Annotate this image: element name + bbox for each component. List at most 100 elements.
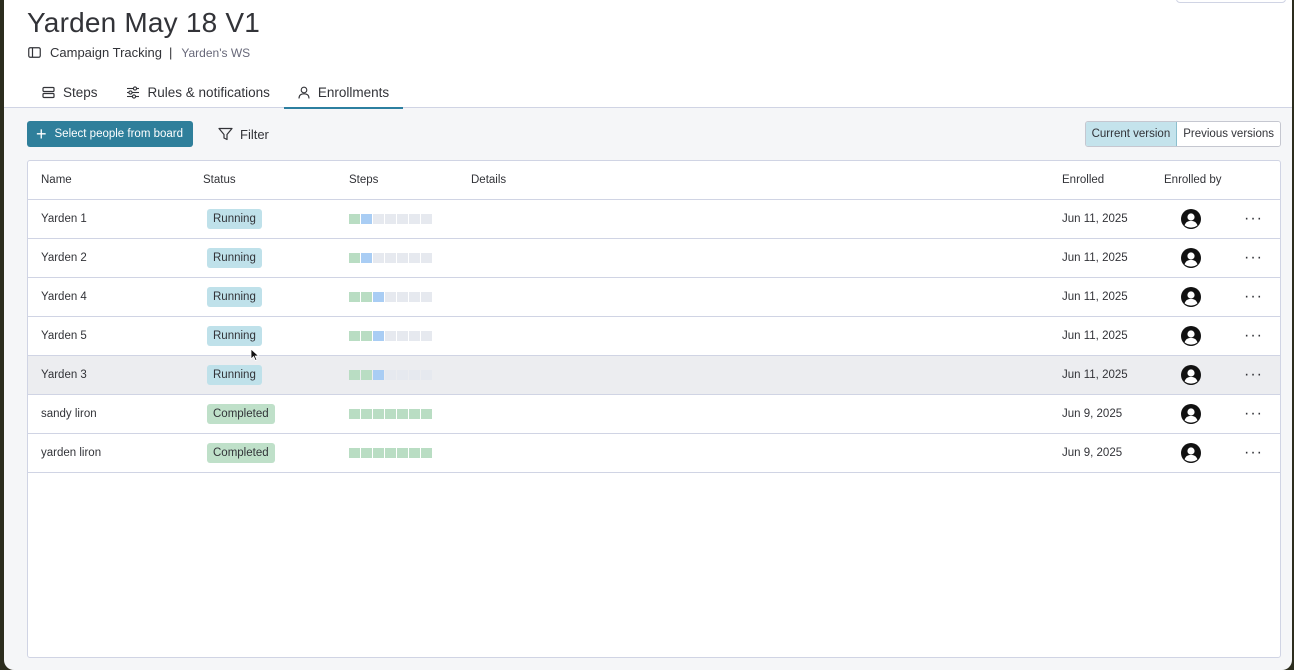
step-segment [409, 253, 420, 263]
enrolled-date: Jun 11, 2025 [1062, 369, 1128, 381]
window-tab-edge [1176, 0, 1286, 3]
column-header-details: Details [471, 174, 507, 186]
table-header: Name Status Steps Details Enrolled Enrol… [28, 161, 1280, 200]
status-badge: Running [207, 287, 262, 307]
status-badge: Running [207, 248, 262, 268]
steps-bar [349, 292, 432, 302]
avatar-icon[interactable] [1181, 365, 1201, 385]
step-segment [349, 292, 360, 302]
tab-enrollments-label: Enrollments [317, 84, 390, 100]
table-row[interactable]: Yarden 2 Running Jun 11, 2025 ··· [28, 239, 1280, 278]
step-segment [385, 370, 396, 380]
column-header-status: Status [203, 174, 236, 186]
step-segment [397, 448, 408, 458]
more-icon: ··· [1244, 210, 1263, 227]
table-row[interactable]: yarden liron Completed Jun 9, 2025 ··· [28, 434, 1280, 473]
step-segment [421, 253, 432, 263]
step-segment [373, 448, 384, 458]
step-segment [349, 331, 360, 341]
more-icon: ··· [1244, 327, 1263, 344]
steps-progress [349, 239, 432, 277]
steps-progress [349, 356, 432, 394]
plus-icon: + [36, 124, 47, 144]
more-actions-button[interactable]: ··· [1244, 356, 1263, 394]
avatar-icon[interactable] [1181, 287, 1201, 307]
step-segment [349, 370, 360, 380]
avatar-icon[interactable] [1181, 443, 1201, 463]
step-segment [373, 214, 384, 224]
enrolled-date: Jun 11, 2025 [1062, 213, 1128, 225]
more-actions-button[interactable]: ··· [1244, 200, 1263, 238]
avatar-icon[interactable] [1181, 248, 1201, 268]
avatar-icon[interactable] [1181, 209, 1201, 229]
step-segment [385, 253, 396, 263]
step-segment [385, 409, 396, 419]
step-segment [421, 370, 432, 380]
status-cell: Completed [203, 395, 275, 433]
tab-rules-notifications[interactable]: Rules & notifications [112, 76, 284, 108]
step-segment [421, 448, 432, 458]
table-row[interactable]: sandy liron Completed Jun 9, 2025 ··· [28, 395, 1280, 434]
step-segment [409, 331, 420, 341]
steps-progress [349, 395, 432, 433]
step-segment [373, 370, 384, 380]
more-actions-button[interactable]: ··· [1244, 434, 1263, 472]
row-name[interactable]: Yarden 4 [41, 278, 87, 316]
more-actions-button[interactable]: ··· [1244, 239, 1263, 277]
enrolled-date: Jun 9, 2025 [1062, 447, 1123, 459]
more-icon: ··· [1244, 366, 1263, 383]
column-header-enrolled: Enrolled [1062, 174, 1105, 186]
tab-steps[interactable]: Steps [28, 76, 112, 108]
step-segment [409, 409, 420, 419]
step-segment [397, 331, 408, 341]
step-segment [361, 331, 372, 341]
enrolled-by-cell [1164, 278, 1201, 316]
steps-bar [349, 409, 432, 419]
step-segment [373, 409, 384, 419]
status-badge: Completed [207, 443, 275, 463]
steps-progress [349, 278, 432, 316]
more-actions-button[interactable]: ··· [1244, 395, 1263, 433]
table-row[interactable]: Yarden 4 Running Jun 11, 2025 ··· [28, 278, 1280, 317]
tab-enrollments[interactable]: Enrollments [283, 76, 404, 109]
avatar-icon[interactable] [1181, 404, 1201, 424]
board-icon [28, 46, 42, 60]
avatar-icon[interactable] [1181, 326, 1201, 346]
filter-icon [218, 127, 233, 141]
steps-bar [349, 370, 432, 380]
step-segment [397, 214, 408, 224]
status-badge: Completed [207, 404, 275, 424]
row-name[interactable]: Yarden 3 [41, 356, 87, 394]
status-cell: Running [203, 239, 262, 277]
more-actions-button[interactable]: ··· [1244, 317, 1263, 355]
column-header-name: Name [41, 174, 72, 186]
row-name[interactable]: yarden liron [41, 434, 101, 472]
step-segment [409, 214, 420, 224]
status-badge: Running [207, 365, 262, 385]
board-name-link[interactable]: Campaign Tracking [50, 45, 162, 60]
more-actions-button[interactable]: ··· [1244, 278, 1263, 316]
step-segment [349, 214, 360, 224]
more-icon: ··· [1244, 405, 1263, 422]
select-people-button[interactable]: + Select people from board [27, 121, 193, 147]
table-row[interactable]: Yarden 1 Running Jun 11, 2025 ··· [28, 200, 1280, 239]
row-name[interactable]: Yarden 1 [41, 200, 87, 238]
row-name[interactable]: sandy liron [41, 395, 97, 433]
filter-button[interactable]: Filter [218, 121, 269, 147]
row-name[interactable]: Yarden 5 [41, 317, 87, 355]
table-row[interactable]: Yarden 3 Running Jun 11, 2025 ··· [28, 356, 1280, 395]
step-segment [373, 253, 384, 263]
enrolled-by-cell [1164, 239, 1201, 277]
current-version-option[interactable]: Current version [1085, 122, 1178, 146]
table-row[interactable]: Yarden 5 Running Jun 11, 2025 ··· [28, 317, 1280, 356]
breadcrumb-separator: | [169, 45, 173, 60]
row-name[interactable]: Yarden 2 [41, 239, 87, 277]
enrollments-table: Name Status Steps Details Enrolled Enrol… [27, 160, 1281, 658]
step-segment [385, 292, 396, 302]
previous-versions-option[interactable]: Previous versions [1177, 122, 1280, 146]
page-title: Yarden May 18 V1 [27, 7, 261, 38]
step-segment [349, 448, 360, 458]
steps-progress [349, 434, 432, 472]
workspace-name[interactable]: Yarden's WS [181, 46, 250, 60]
tab-rules-label: Rules & notifications [147, 84, 270, 100]
